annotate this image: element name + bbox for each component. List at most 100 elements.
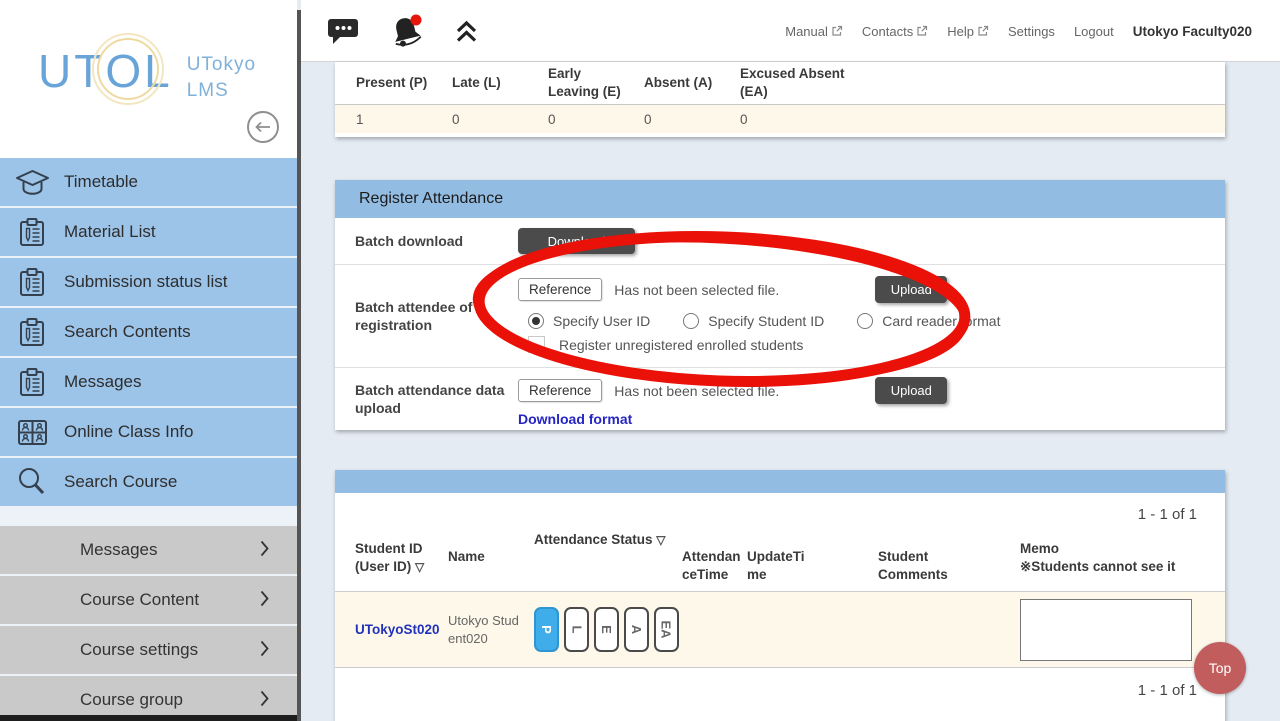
chevron-right-icon bbox=[260, 690, 269, 712]
sidebar-item-submission-status-list[interactable]: Submission status list bbox=[0, 258, 297, 306]
double-chevron-up-icon[interactable] bbox=[454, 19, 479, 44]
notification-bell-icon[interactable] bbox=[388, 13, 426, 49]
sidebar-item-label: Messages bbox=[64, 372, 141, 392]
sidebar-item-label: Search Course bbox=[64, 472, 177, 492]
summary-header-excused-absent: Excused Absent (EA) bbox=[719, 65, 849, 100]
sort-icon[interactable]: ▽ bbox=[415, 560, 424, 574]
attendance-list-section: 1 - 1 of 1 Student ID (User ID) ▽ Name A… bbox=[335, 470, 1225, 721]
manual-link[interactable]: Manual bbox=[785, 24, 843, 39]
logo-subtitle: UTokyo LMS bbox=[187, 52, 256, 103]
utol-logo: UTOL UTokyo LMS bbox=[38, 48, 256, 103]
clipboard-icon bbox=[0, 267, 64, 298]
section-title: Register Attendance bbox=[335, 180, 1225, 218]
settings-link[interactable]: Settings bbox=[1008, 24, 1055, 39]
attendance-summary-table: Present (P) Late (L) Early Leaving (E) A… bbox=[335, 62, 1225, 137]
video-grid-icon bbox=[0, 417, 64, 448]
brand-text: UTOL bbox=[38, 48, 173, 94]
batch-attendee-label: Batch attendee of registration bbox=[335, 265, 518, 367]
status-button-excused-absent[interactable]: EA bbox=[654, 607, 679, 652]
logout-link-label: Logout bbox=[1074, 24, 1114, 39]
sidebar-item-messages[interactable]: Messages bbox=[0, 358, 297, 406]
sidebar-item-label: Submission status list bbox=[64, 272, 227, 292]
header-attendance-status[interactable]: Attendance Status ▽ bbox=[534, 527, 682, 591]
student-row: UTokyoSt020 Utokyo Student020 P L E A EA bbox=[335, 591, 1225, 668]
table-title-bar bbox=[335, 470, 1225, 493]
student-id-link[interactable]: UTokyoSt020 bbox=[355, 622, 441, 637]
radio-card-reader-format[interactable] bbox=[857, 313, 873, 329]
chevron-right-icon bbox=[260, 540, 269, 562]
graduation-cap-icon bbox=[0, 167, 64, 198]
sidebar: UTOL UTokyo LMS Timetable bbox=[0, 0, 297, 721]
status-button-absent[interactable]: A bbox=[624, 607, 649, 652]
header-student-comments: Student Comments bbox=[878, 527, 998, 591]
sidebar-scrollbar-horizontal[interactable] bbox=[0, 715, 301, 721]
clipboard-icon bbox=[0, 217, 64, 248]
summary-header-absent: Absent (A) bbox=[623, 74, 719, 92]
brand-prefix: UT bbox=[38, 48, 105, 94]
status-button-early-leaving[interactable]: E bbox=[594, 607, 619, 652]
attendee-file-line: Reference Has not been selected file. Up… bbox=[518, 276, 1225, 303]
sidebar-item-online-class-info[interactable]: Online Class Info bbox=[0, 408, 297, 456]
header-student-id-label: Student ID (User ID) bbox=[355, 541, 423, 574]
chevron-right-icon bbox=[260, 640, 269, 662]
sort-icon[interactable]: ▽ bbox=[656, 533, 665, 547]
checkbox-label: Register unregistered enrolled students bbox=[559, 337, 803, 353]
logo-area: UTOL UTokyo LMS bbox=[0, 0, 297, 158]
register-unregistered-line: Register unregistered enrolled students bbox=[528, 336, 1225, 353]
sidebar-item-search-course[interactable]: Search Course bbox=[0, 458, 297, 506]
id-type-radio-group: Specify User ID Specify Student ID Card … bbox=[528, 313, 1225, 329]
status-letter: A bbox=[629, 625, 644, 634]
attendance-table-header: Student ID (User ID) ▽ Name Attendance S… bbox=[335, 527, 1225, 591]
sidebar-item-material-list[interactable]: Material List bbox=[0, 208, 297, 256]
contacts-link[interactable]: Contacts bbox=[862, 24, 928, 39]
external-link-icon bbox=[977, 25, 989, 37]
contacts-link-label: Contacts bbox=[862, 24, 913, 39]
radio-specify-student-id[interactable] bbox=[683, 313, 699, 329]
sidebar-item-label: Material List bbox=[64, 222, 156, 242]
pagination-top: 1 - 1 of 1 bbox=[335, 493, 1225, 523]
message-bubble-icon[interactable] bbox=[327, 17, 360, 45]
summary-value-row: 1 0 0 0 0 bbox=[335, 105, 1225, 137]
status-button-late[interactable]: L bbox=[564, 607, 589, 652]
batch-attendance-upload-row: Batch attendance data upload Reference H… bbox=[335, 368, 1225, 430]
summary-value-present: 1 bbox=[335, 112, 431, 127]
current-user[interactable]: Utokyo Faculty020 bbox=[1133, 24, 1252, 39]
status-letter: L bbox=[569, 626, 584, 634]
help-link-label: Help bbox=[947, 24, 974, 39]
topbar-links: Manual Contacts Help Settings Logout Uto… bbox=[785, 0, 1252, 62]
settings-link-label: Settings bbox=[1008, 24, 1055, 39]
summary-value-late: 0 bbox=[431, 112, 527, 127]
sidebar-item-label: Timetable bbox=[64, 172, 138, 192]
sidebar-nav: Timetable Material List Submission statu… bbox=[0, 158, 297, 506]
sidebar-item-search-contents[interactable]: Search Contents bbox=[0, 308, 297, 356]
download-format-link[interactable]: Download format bbox=[518, 411, 632, 427]
download-button[interactable]: Download bbox=[518, 228, 635, 254]
no-file-text: Has not been selected file. bbox=[614, 282, 779, 298]
sidebar-group-label: Course Content bbox=[80, 590, 199, 610]
topbar-icons bbox=[327, 0, 479, 62]
status-button-present[interactable]: P bbox=[534, 607, 559, 652]
help-link[interactable]: Help bbox=[947, 24, 989, 39]
external-link-icon bbox=[916, 25, 928, 37]
upload-file-line: Reference Has not been selected file. Up… bbox=[518, 377, 1225, 404]
upload-button[interactable]: Upload bbox=[875, 276, 947, 303]
header-memo: Memo ※Students cannot see it bbox=[1020, 527, 1200, 591]
sidebar-group-label: Messages bbox=[80, 540, 157, 560]
sidebar-group-course-content[interactable]: Course Content bbox=[0, 576, 297, 624]
reference-button[interactable]: Reference bbox=[518, 379, 602, 402]
register-unregistered-checkbox[interactable] bbox=[528, 336, 545, 353]
sidebar-group-course-settings[interactable]: Course settings bbox=[0, 626, 297, 674]
sidebar-item-timetable[interactable]: Timetable bbox=[0, 158, 297, 206]
logout-link[interactable]: Logout bbox=[1074, 24, 1114, 39]
reference-button[interactable]: Reference bbox=[518, 278, 602, 301]
collapse-sidebar-button[interactable] bbox=[247, 111, 279, 143]
sidebar-group-messages[interactable]: Messages bbox=[0, 526, 297, 574]
sidebar-group-label: Course group bbox=[80, 690, 183, 710]
scroll-to-top-button[interactable]: Top bbox=[1194, 642, 1246, 694]
external-link-icon bbox=[831, 25, 843, 37]
memo-input[interactable] bbox=[1020, 599, 1192, 661]
upload-button[interactable]: Upload bbox=[875, 377, 947, 404]
status-letter: E bbox=[599, 625, 614, 634]
radio-specify-user-id[interactable] bbox=[528, 313, 544, 329]
header-student-id[interactable]: Student ID (User ID) ▽ bbox=[355, 527, 441, 591]
